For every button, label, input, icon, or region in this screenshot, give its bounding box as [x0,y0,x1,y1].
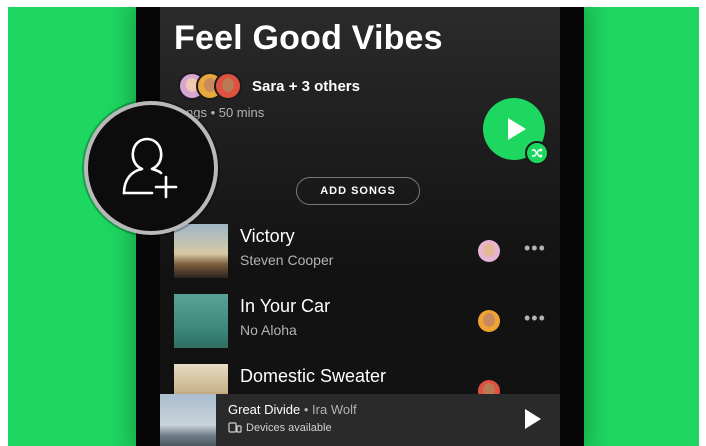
track-title: Domestic Sweater [240,366,387,386]
track-title: Victory [240,226,295,246]
track-title: In Your Car [240,296,331,316]
now-playing-track: Great Divide [228,402,301,417]
collaborators-label: Sara + 3 others [252,77,360,95]
promo-background: Feel Good Vibes Sara + 3 others ngs • 50… [8,7,699,446]
playlist-title: Feel Good Vibes [174,19,443,57]
now-playing-art [160,394,216,446]
mini-play-icon[interactable] [525,409,541,429]
avatar [214,72,242,100]
play-icon [507,118,526,140]
album-art [174,294,228,348]
more-options-icon[interactable]: ••• [524,238,546,259]
devices-icon [228,422,242,433]
more-options-icon[interactable]: ••• [524,308,546,329]
devices-label: Devices available [246,422,332,434]
collaborators[interactable]: Sara + 3 others [178,72,360,100]
playlist-screen: Feel Good Vibes Sara + 3 others ngs • 50… [160,7,560,446]
devices-available[interactable]: Devices available [228,422,332,434]
track-artist: Steven Cooper [240,252,334,268]
now-playing-artist: Ira Wolf [312,402,357,417]
now-playing-bar[interactable]: Great Divide • Ira Wolf Devices availabl… [160,394,560,446]
shuffle-button[interactable] [525,141,549,165]
album-art [174,224,228,278]
now-playing-title: Great Divide • Ira Wolf [228,402,357,417]
add-collaborator-button[interactable] [84,101,218,235]
track-row[interactable]: In Your Car No Aloha ••• [174,294,554,348]
shuffle-icon [532,148,543,158]
added-by-avatar [478,310,500,332]
playlist-meta: ngs • 50 mins [186,105,265,120]
added-by-avatar [478,240,500,262]
track-row[interactable]: Victory Steven Cooper ••• [174,224,554,278]
person-plus-icon [122,137,178,199]
now-playing-separator: • [300,402,313,417]
phone-frame: Feel Good Vibes Sara + 3 others ngs • 50… [136,7,584,446]
add-songs-button[interactable]: ADD SONGS [296,177,420,205]
track-artist: No Aloha [240,322,297,338]
